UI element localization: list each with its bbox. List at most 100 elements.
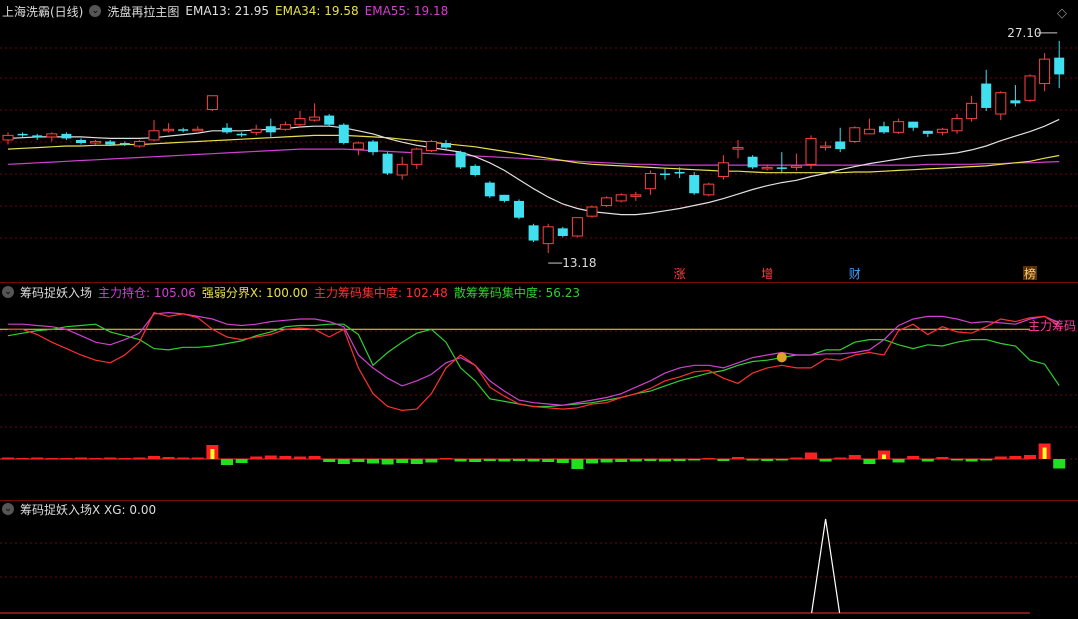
volume-bar (936, 457, 949, 459)
volume-bar (2, 457, 14, 459)
volume-bar (89, 458, 102, 459)
candle-body (732, 147, 744, 150)
candle-body (528, 225, 539, 241)
xg-signal-line (811, 518, 841, 614)
candle-body (206, 95, 218, 110)
signal-label: 财 (849, 267, 861, 281)
volume-bar (75, 457, 87, 459)
volume-bar (702, 458, 715, 459)
candle-body (586, 206, 598, 217)
signal-label: 涨 (674, 266, 686, 281)
candle-body (455, 152, 466, 168)
candle-body (119, 143, 130, 145)
retail-chip-line (7, 323, 1060, 408)
candle-body (441, 143, 451, 148)
volume-bar (805, 452, 817, 459)
volume-bar (454, 459, 467, 462)
candle-body (863, 128, 875, 135)
volume-bar (951, 459, 963, 461)
candle-body (90, 140, 102, 144)
candle-body (660, 173, 670, 176)
candle-body (17, 133, 28, 136)
candle-body (514, 200, 524, 218)
candle-body (484, 182, 495, 197)
candle-body (133, 140, 145, 147)
volume-bar (965, 459, 978, 462)
candle-body (1054, 57, 1065, 75)
main-force-line (8, 311, 1060, 406)
volume-bar (542, 459, 555, 462)
low-price-label: 13.18 (562, 256, 596, 270)
volume-bar (162, 457, 175, 459)
volume-bar (264, 455, 277, 459)
main-chip-line (8, 311, 1060, 412)
candle-body (294, 118, 306, 126)
xg-indicator-panel[interactable]: ⌄ 筹码捉妖入场X XG: 0.00 (0, 501, 1078, 619)
volume-bar (513, 459, 525, 461)
main-chart-panel[interactable]: 上海洗霸(日线) ⌄ 洗盘再拉主图 EMA13: 21.95 EMA34: 19… (0, 0, 1078, 282)
volume-bar-core (882, 454, 886, 459)
volume-bar-core (1042, 447, 1047, 459)
volume-bar (425, 459, 438, 463)
candle-body (1024, 75, 1036, 101)
candle-body (148, 130, 160, 141)
candle-body (222, 127, 232, 133)
candle-body (352, 142, 364, 150)
volume-bar (848, 455, 861, 459)
volume-bar (367, 459, 379, 464)
candle-body (1039, 58, 1051, 85)
candle-body (542, 226, 554, 245)
chip-indicator-chart[interactable]: 主力筹码 (0, 283, 1078, 500)
volume-bar (863, 459, 876, 464)
high-price-label: 27.10 (1007, 26, 1041, 40)
candle-body (936, 128, 948, 133)
candle-body (790, 165, 802, 168)
candle-body (236, 133, 247, 136)
chip-indicator-panel[interactable]: ⌄ 筹码捉妖入场 主力持仓: 105.06 强弱分界X: 100.00 主力筹码… (0, 283, 1078, 500)
volume-bar (1024, 455, 1036, 459)
candle-body (279, 124, 291, 130)
volume-bar (483, 459, 496, 461)
volume-bar (834, 457, 847, 459)
volume-bar (294, 456, 306, 459)
candle-body (382, 153, 393, 174)
ema13-line (7, 118, 1060, 216)
volume-bar (396, 459, 409, 463)
candle-body (879, 126, 889, 133)
volume-bar (440, 458, 452, 459)
candle-body (747, 156, 758, 168)
volume-bar (629, 459, 642, 462)
candle-body (105, 141, 116, 145)
candle-body (849, 127, 861, 142)
candle-body (76, 139, 86, 143)
main-chip-right-label: 主力筹码 (1028, 319, 1076, 333)
volume-bar (235, 459, 248, 463)
candle-body (703, 183, 715, 196)
volume-bar (323, 459, 336, 462)
candle-body (557, 228, 568, 236)
volume-bar (1053, 459, 1066, 469)
volume-bar (469, 459, 482, 462)
ema34-line (7, 134, 1060, 174)
volume-bar (980, 459, 993, 461)
candle-body (601, 197, 613, 207)
xg-indicator-chart[interactable] (0, 501, 1078, 619)
volume-bar (191, 457, 204, 459)
main-candlestick-chart[interactable]: 27.10 13.18 涨 增 财 榜 (0, 0, 1078, 282)
volume-bar (615, 459, 628, 462)
candle-body (499, 194, 510, 201)
volume-bar (775, 459, 788, 461)
volume-bar (279, 456, 292, 459)
volume-bar (571, 459, 584, 469)
volume-bar (45, 458, 58, 459)
candle-body (2, 134, 14, 141)
volume-bar (308, 456, 321, 459)
volume-bar (148, 456, 160, 459)
volume-bar (337, 459, 350, 464)
candle-body (61, 133, 72, 139)
volume-bar (600, 459, 613, 463)
candle-body (630, 194, 642, 197)
candle-body (571, 217, 583, 237)
candle-body (951, 118, 963, 132)
volume-bar (31, 457, 44, 459)
